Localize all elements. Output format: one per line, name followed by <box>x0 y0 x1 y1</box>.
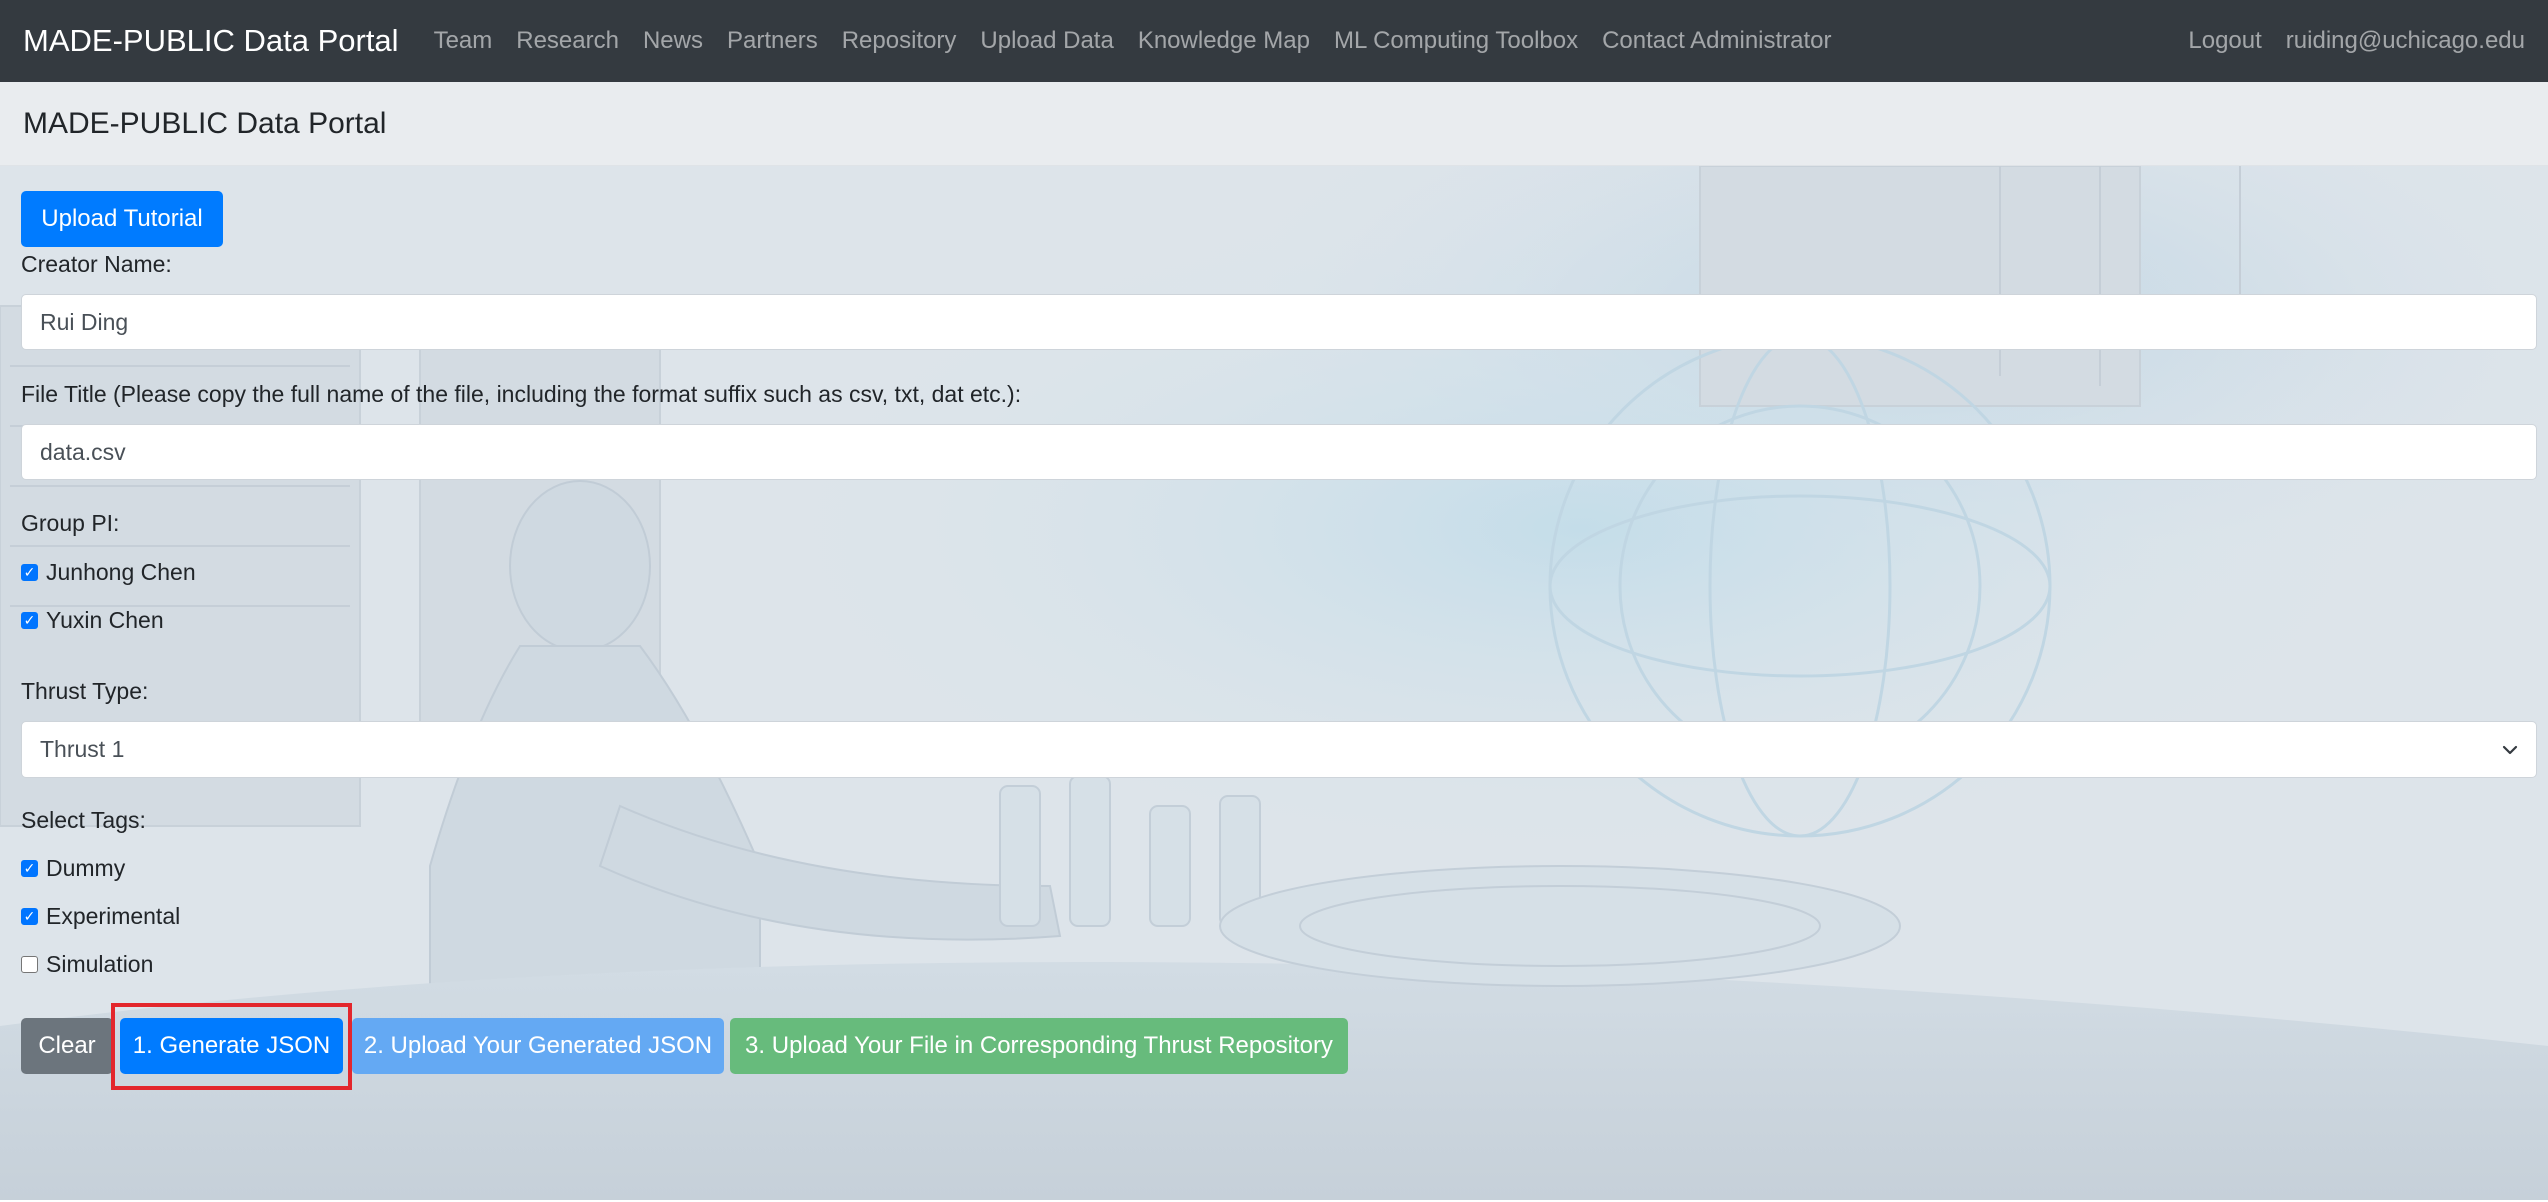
check-icon[interactable]: ✓ <box>21 611 38 629</box>
nav-link-ml-computing-toolbox[interactable]: ML Computing Toolbox <box>1334 27 1578 55</box>
check-icon[interactable]: ✓ <box>21 907 38 925</box>
upload-form: Upload Tutorial Creator Name: File Title… <box>0 166 2548 1202</box>
checkbox-label: Simulation <box>46 950 154 977</box>
nav-link-news[interactable]: News <box>643 27 703 55</box>
upload-tutorial-button[interactable]: Upload Tutorial <box>21 191 223 247</box>
upload-generated-json-button[interactable]: 2. Upload Your Generated JSON <box>352 1018 724 1074</box>
creator-name-input[interactable] <box>21 294 2537 350</box>
thrust-type-select[interactable]: Thrust 1 <box>21 721 2537 778</box>
page-header: MADE-PUBLIC Data Portal <box>0 82 2548 166</box>
top-navbar: MADE-PUBLIC Data Portal Team Research Ne… <box>0 0 2548 82</box>
select-tags-label: Select Tags: <box>21 807 146 833</box>
check-icon[interactable]: ✓ <box>21 859 38 877</box>
navbar-brand[interactable]: MADE-PUBLIC Data Portal <box>23 23 399 59</box>
nav-link-team[interactable]: Team <box>434 27 493 55</box>
tag-option-dummy[interactable]: ✓ Dummy <box>21 853 125 883</box>
chevron-down-icon <box>2502 745 2518 754</box>
group-pi-label: Group PI: <box>21 510 120 536</box>
user-email-link[interactable]: ruiding@uchicago.edu <box>2286 27 2525 55</box>
check-icon[interactable]: ✓ <box>21 563 38 581</box>
checkbox-empty[interactable] <box>21 955 38 973</box>
generate-json-button[interactable]: 1. Generate JSON <box>120 1018 343 1074</box>
group-pi-option-yuxin-chen[interactable]: ✓ Yuxin Chen <box>21 605 164 635</box>
checkbox-label: Junhong Chen <box>46 558 196 585</box>
creator-name-label: Creator Name: <box>21 251 172 277</box>
tag-option-simulation[interactable]: Simulation <box>21 949 153 979</box>
page-title: MADE-PUBLIC Data Portal <box>23 106 387 140</box>
file-title-input[interactable] <box>21 424 2537 480</box>
nav-link-upload-data[interactable]: Upload Data <box>980 27 1113 55</box>
nav-link-knowledge-map[interactable]: Knowledge Map <box>1138 27 1310 55</box>
nav-link-contact-administrator[interactable]: Contact Administrator <box>1602 27 1831 55</box>
thrust-type-label: Thrust Type: <box>21 678 149 704</box>
nav-link-research[interactable]: Research <box>516 27 619 55</box>
group-pi-option-junhong-chen[interactable]: ✓ Junhong Chen <box>21 557 196 587</box>
checkbox-label: Yuxin Chen <box>46 606 164 633</box>
nav-links: Team Research News Partners Repository U… <box>434 27 2165 55</box>
clear-button[interactable]: Clear <box>21 1018 113 1074</box>
main-content: Upload Tutorial Creator Name: File Title… <box>0 166 2548 1202</box>
tag-option-experimental[interactable]: ✓ Experimental <box>21 901 180 931</box>
upload-file-to-thrust-repository-button[interactable]: 3. Upload Your File in Corresponding Thr… <box>730 1018 1348 1074</box>
logout-link[interactable]: Logout <box>2188 27 2261 55</box>
checkbox-label: Experimental <box>46 902 181 929</box>
thrust-type-selected-value: Thrust 1 <box>40 736 125 762</box>
checkbox-label: Dummy <box>46 854 126 881</box>
nav-link-repository[interactable]: Repository <box>842 27 957 55</box>
file-title-label: File Title (Please copy the full name of… <box>21 381 1022 407</box>
nav-link-partners[interactable]: Partners <box>727 27 818 55</box>
nav-user-area: Logout ruiding@uchicago.edu <box>2164 27 2525 55</box>
